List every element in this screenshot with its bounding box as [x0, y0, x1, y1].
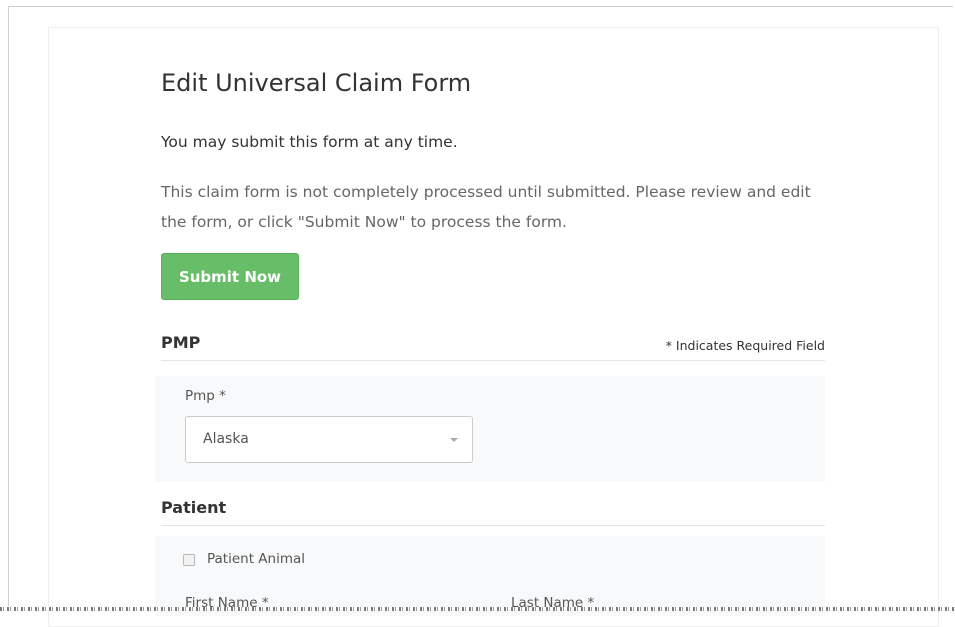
chevron-down-icon [450, 438, 458, 442]
lead-text: You may submit this form at any time. [161, 133, 458, 151]
pmp-section-header: PMP * Indicates Required Field [161, 331, 825, 361]
submit-now-button[interactable]: Submit Now [161, 253, 299, 300]
patient-animal-label: Patient Animal [207, 551, 305, 567]
page-title: Edit Universal Claim Form [161, 69, 471, 97]
pmp-select[interactable]: Alaska [185, 416, 473, 463]
patient-animal-checkbox[interactable] [183, 554, 195, 566]
patient-section-header: Patient [161, 496, 825, 526]
required-field-note: * Indicates Required Field [666, 338, 825, 353]
pmp-field-group: Pmp * Alaska [155, 376, 825, 482]
pmp-select-value: Alaska [203, 431, 249, 447]
pmp-field-label: Pmp * [185, 388, 226, 404]
pmp-section-title: PMP [161, 333, 200, 352]
info-text: This claim form is not completely proces… [161, 177, 811, 237]
patient-section-title: Patient [161, 498, 226, 517]
scan-noise-strip [0, 607, 955, 611]
patient-field-group: Patient Animal First Name * Last Name * [155, 536, 825, 616]
